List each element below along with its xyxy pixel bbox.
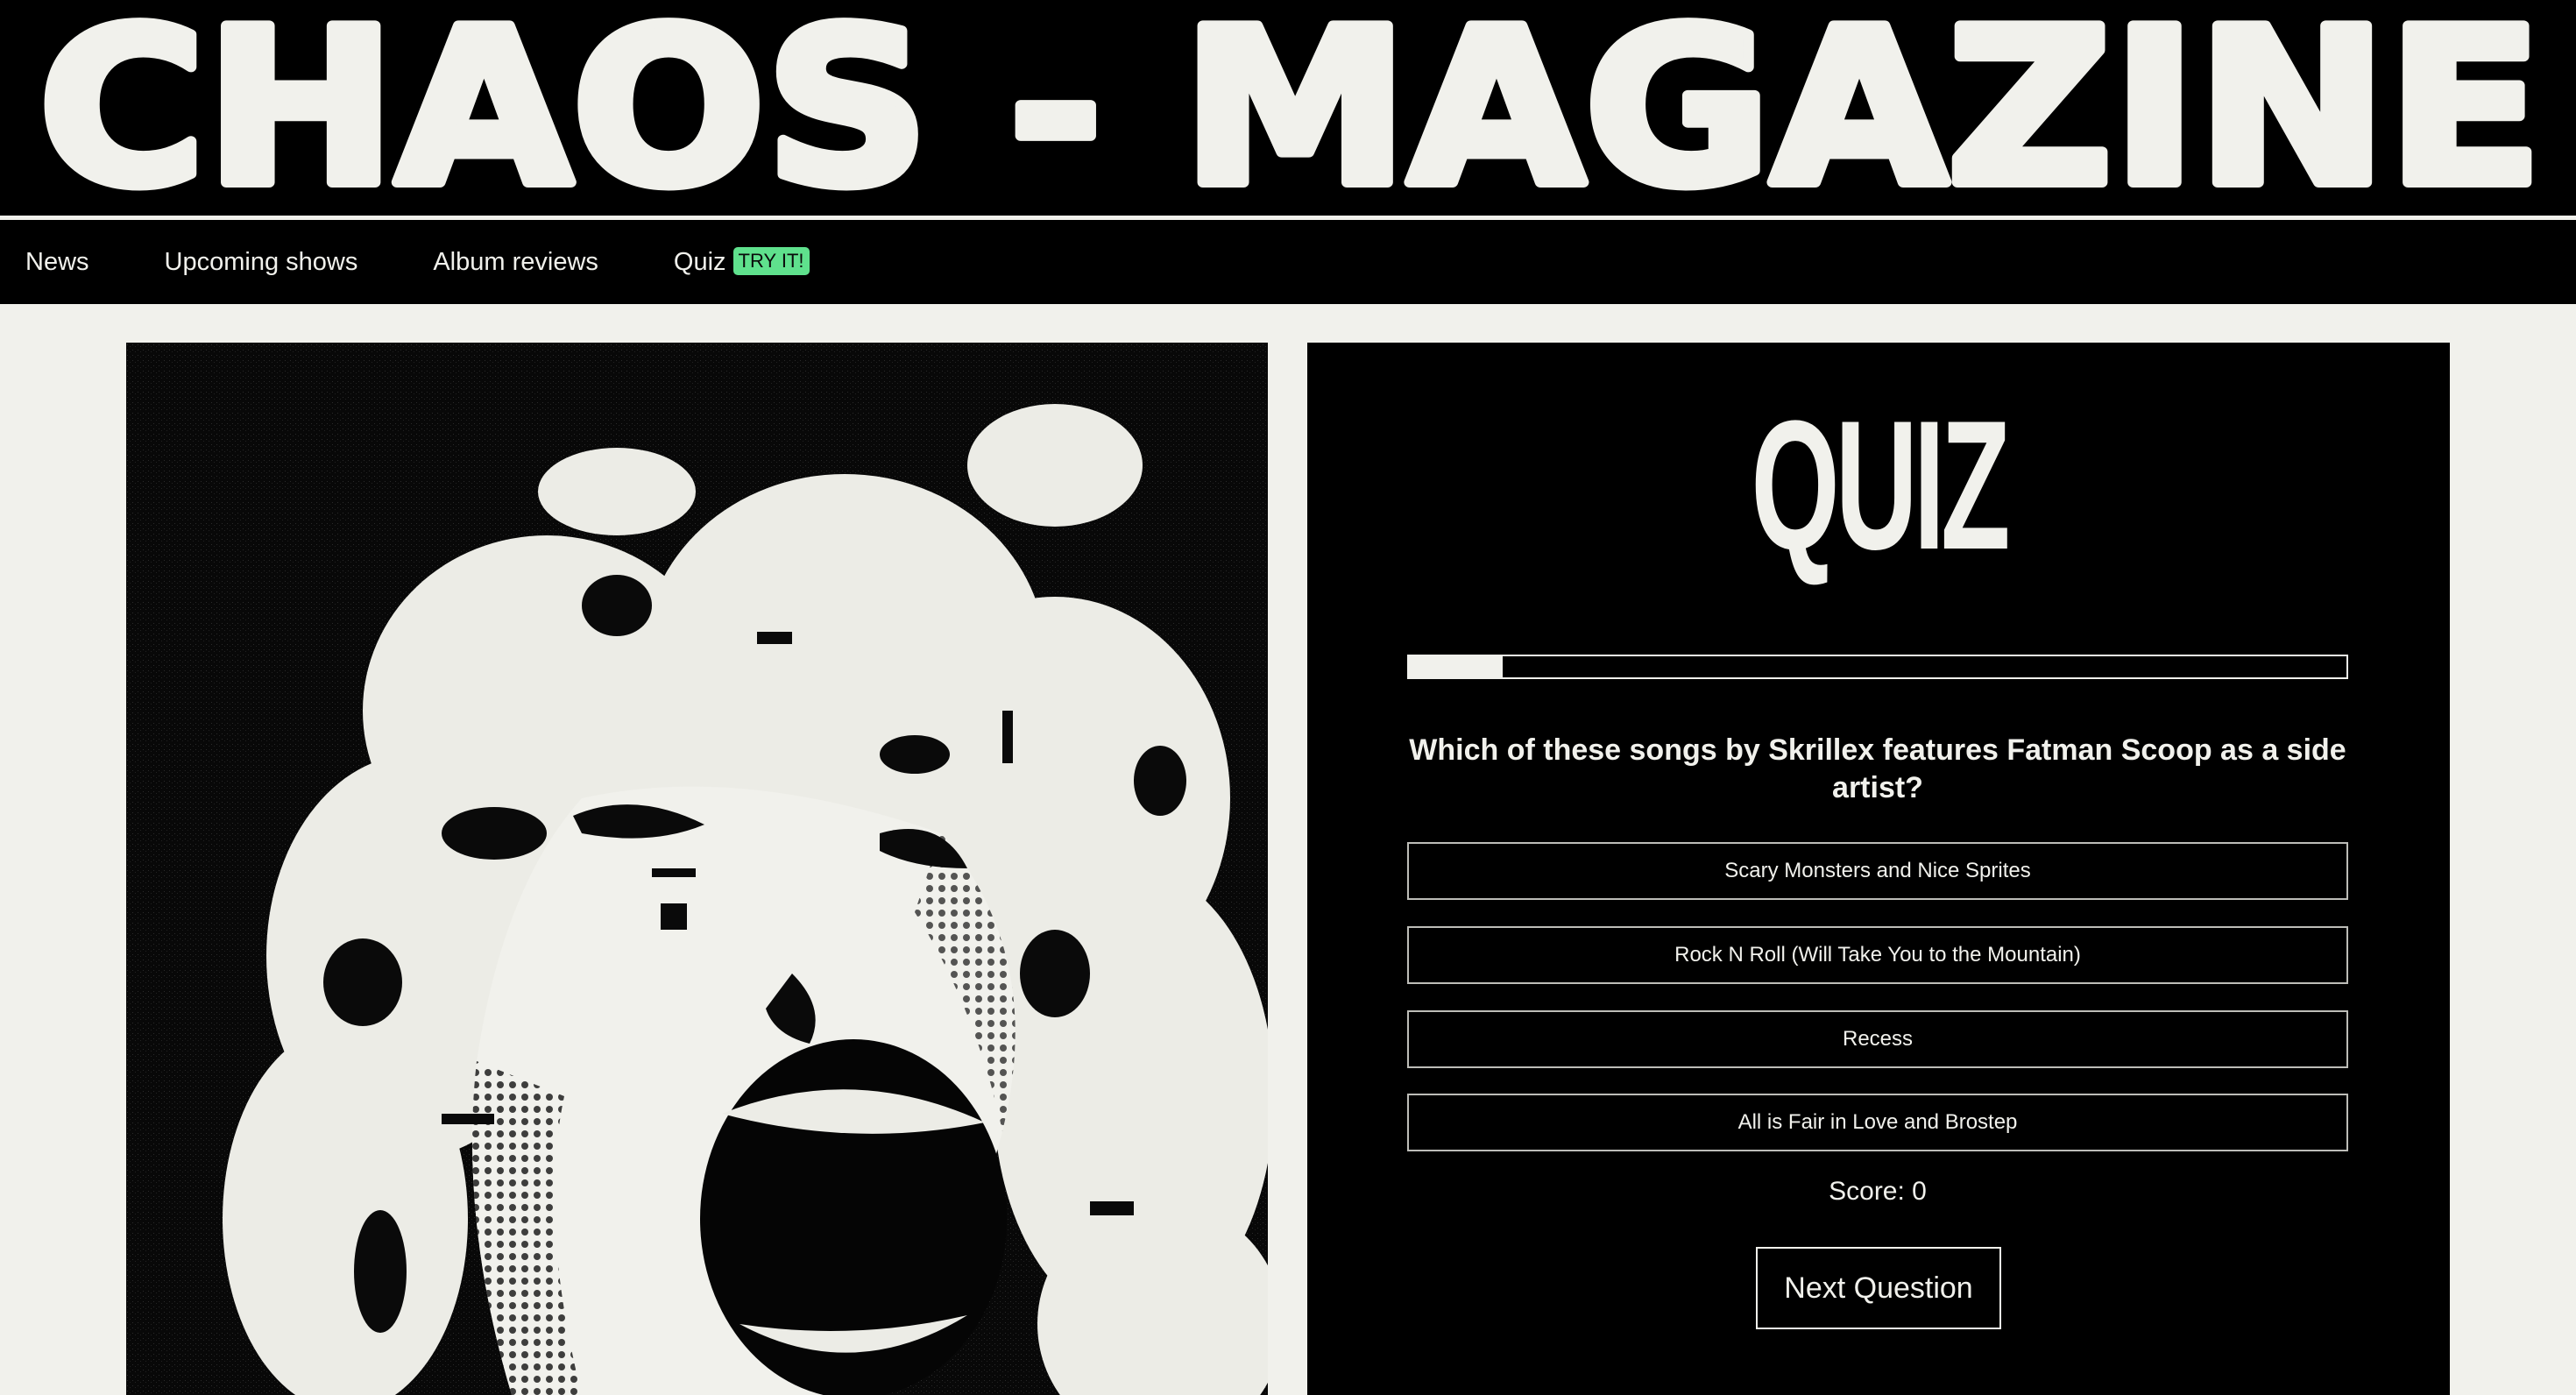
answer-option-4[interactable]: All is Fair in Love and Brostep (1407, 1094, 2348, 1151)
next-question-button[interactable]: Next Question (1756, 1247, 2001, 1329)
nav-link-news[interactable]: News (25, 248, 89, 277)
main-nav: News Upcoming shows Album reviews Quiz TR… (0, 220, 2576, 304)
quiz-question: Which of these songs by Skrillex feature… (1409, 733, 2346, 804)
masthead: CHAOS - MAGAZINE (0, 0, 2576, 216)
quiz-progress-fill (1409, 656, 1503, 677)
quiz-panel: QUIZ Which of these songs by Skrillex fe… (1307, 343, 2450, 1395)
nav-link-quiz-label: Quiz (673, 248, 726, 276)
answer-option-1[interactable]: Scary Monsters and Nice Sprites (1407, 842, 2348, 900)
brand-logo[interactable]: CHAOS - MAGAZINE (39, 11, 2543, 203)
nav-link-upcoming-shows[interactable]: Upcoming shows (165, 248, 358, 277)
screaming-face-icon (126, 343, 1268, 1395)
nav-link-quiz[interactable]: Quiz TRY IT! (674, 247, 810, 277)
quiz-title: QUIZ (1751, 382, 2010, 588)
quiz-progress-bar (1407, 655, 2348, 679)
hero-image (126, 343, 1268, 1395)
answer-option-2[interactable]: Rock N Roll (Will Take You to the Mounta… (1407, 926, 2348, 984)
answer-option-3[interactable]: Recess (1407, 1010, 2348, 1068)
try-it-badge: TRY IT! (732, 247, 810, 275)
nav-link-album-reviews[interactable]: Album reviews (433, 248, 598, 277)
brand-title: CHAOS - MAGAZINE (39, 11, 2543, 203)
score-display: Score: 0 (1829, 1177, 1927, 1206)
